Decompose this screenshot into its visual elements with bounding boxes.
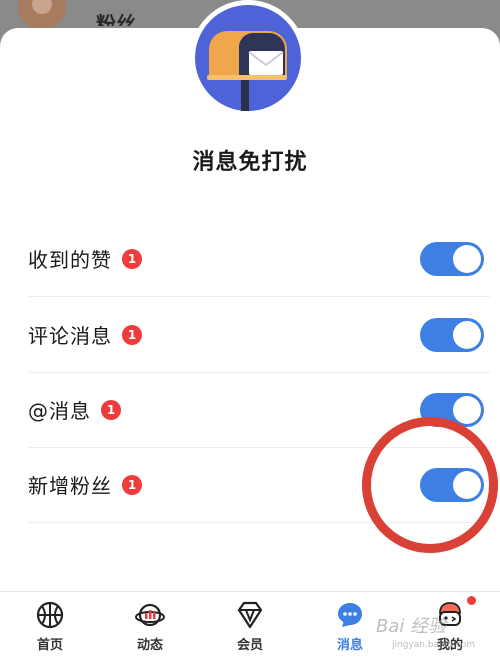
watermark-url: jingyan.baidu.com [392, 640, 476, 650]
tab-label: 首页 [36, 638, 63, 653]
tab-label: 会员 [236, 638, 263, 653]
planet-chart-icon [135, 603, 165, 627]
basketball-icon [36, 601, 64, 629]
count-badge: 1 [122, 248, 142, 269]
count-badge: 1 [122, 324, 142, 345]
tab-label: 动态 [136, 638, 163, 653]
setting-label: @消息 [28, 399, 91, 423]
toggle-knob [453, 396, 481, 424]
comments-toggle[interactable] [420, 318, 484, 352]
likes-toggle[interactable] [420, 242, 484, 276]
notification-dot [467, 596, 476, 605]
toggle-knob [453, 245, 481, 273]
setting-label: 收到的赞 [28, 248, 112, 272]
chat-bubble-icon [338, 603, 362, 627]
sheet-title: 消息免打扰 [192, 150, 308, 175]
setting-label: 评论消息 [28, 324, 112, 348]
background-follower-name: 粉丝 [96, 12, 136, 26]
tab-feed[interactable]: 动态 [110, 600, 190, 653]
avatar [18, 0, 66, 30]
count-badge: 1 [101, 399, 121, 420]
tab-label: 消息 [336, 638, 363, 653]
setting-row-likes: 收到的赞 1 [28, 221, 490, 297]
diamond-icon [237, 601, 263, 629]
toggle-knob [453, 321, 481, 349]
tab-home[interactable]: 首页 [10, 600, 90, 653]
setting-label: 新增粉丝 [28, 474, 112, 498]
mailbox-icon [190, 0, 306, 116]
count-badge: 1 [122, 474, 142, 495]
tab-membership[interactable]: 会员 [210, 600, 290, 653]
watermark: Bai 经验 [376, 616, 447, 637]
setting-row-comments: 评论消息 1 [28, 297, 490, 373]
